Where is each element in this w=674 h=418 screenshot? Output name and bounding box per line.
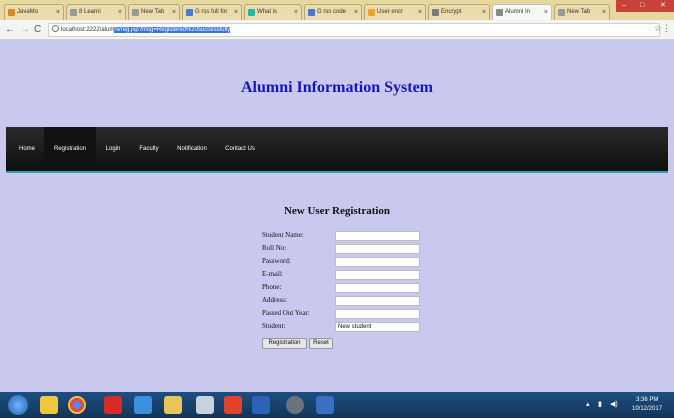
browser-tab[interactable]: JavaMo ×	[4, 4, 64, 20]
pdf-icon[interactable]	[104, 396, 122, 414]
registration-button[interactable]: Registration	[262, 338, 307, 349]
media-icon[interactable]	[316, 396, 334, 414]
password-label: Password:	[262, 257, 291, 265]
browser-tab[interactable]: New Tab ×	[128, 4, 180, 20]
student-type-input[interactable]: New student	[335, 322, 420, 332]
browser-menu-icon[interactable]: ⋮	[662, 23, 671, 34]
tab-favicon-icon	[368, 9, 375, 16]
student-name-label: Student Name:	[262, 231, 304, 239]
paint-icon[interactable]	[196, 396, 214, 414]
phone-input[interactable]	[335, 283, 420, 293]
explorer-icon[interactable]	[164, 396, 182, 414]
word-icon[interactable]	[252, 396, 270, 414]
roll-no-label: Roll No:	[262, 244, 287, 252]
browser-tab[interactable]: New Tab ×	[554, 4, 610, 20]
start-orb-icon[interactable]	[8, 395, 28, 415]
browser-tab[interactable]: What is ×	[244, 4, 302, 20]
network-icon[interactable]: ▮	[598, 400, 602, 408]
tab-favicon-icon	[496, 9, 503, 16]
info-icon[interactable]	[52, 25, 59, 32]
tab-favicon-icon	[132, 9, 139, 16]
passed-out-year-label: Passed Out Year:	[262, 309, 310, 317]
menu-notification[interactable]: Notification	[170, 127, 214, 171]
student-name-input[interactable]	[335, 231, 420, 241]
tray-arrow-icon[interactable]: ▴	[586, 400, 590, 408]
tab-close-icon[interactable]: ×	[172, 5, 176, 20]
browser-tab[interactable]: User encr ×	[364, 4, 426, 20]
tab-close-icon[interactable]: ×	[56, 5, 60, 20]
volume-icon[interactable]: ◀)	[610, 400, 618, 408]
tab-close-icon[interactable]: ×	[482, 5, 486, 20]
office-icon[interactable]	[224, 396, 242, 414]
window-controls: – □ ✕	[616, 0, 674, 12]
tab-favicon-icon	[248, 9, 255, 16]
menu-registration[interactable]: Registration	[44, 127, 96, 171]
address-bar[interactable]: localhost:2222/alumni/reg.jsp?msg=Regist…	[48, 23, 660, 37]
settings-icon[interactable]	[286, 396, 304, 414]
phone-label: Phone:	[262, 283, 282, 291]
browser-tab[interactable]: 8 Learni ×	[66, 4, 126, 20]
tab-close-icon[interactable]: ×	[418, 5, 422, 20]
address-input[interactable]	[335, 296, 420, 306]
browser-tab[interactable]: Encrypt ×	[428, 4, 490, 20]
main-menu: Home Registration Login Faculty Notifica…	[6, 127, 668, 173]
reload-icon[interactable]: C	[34, 23, 41, 37]
maximize-icon[interactable]: □	[640, 0, 644, 11]
browser-tab-active[interactable]: Alumni In ×	[492, 4, 552, 20]
minimize-icon[interactable]: –	[622, 0, 626, 11]
menu-contact-us[interactable]: Contact Us	[220, 127, 260, 171]
menu-home[interactable]: Home	[14, 127, 40, 171]
menu-login[interactable]: Login	[98, 127, 128, 171]
back-icon[interactable]: ←	[5, 23, 15, 37]
password-input[interactable]	[335, 257, 420, 267]
tab-close-icon[interactable]: ×	[234, 5, 238, 20]
student-label: Student:	[262, 322, 286, 330]
forward-icon[interactable]: →	[20, 23, 30, 37]
site-header: Alumni Information System	[6, 41, 668, 127]
tab-close-icon[interactable]: ×	[294, 5, 298, 20]
registration-form: New User Registration Student Name: Roll…	[6, 175, 668, 390]
clock-date[interactable]: 10/12/2017	[632, 406, 662, 412]
address-label: Address:	[262, 296, 287, 304]
menu-faculty[interactable]: Faculty	[133, 127, 165, 171]
reset-button[interactable]: Reset	[309, 338, 333, 349]
passed-out-year-input[interactable]	[335, 309, 420, 319]
tab-favicon-icon	[70, 9, 77, 16]
browser-toolbar: ← → C localhost:2222/alumni/reg.jsp?msg=…	[0, 20, 674, 40]
tab-favicon-icon	[432, 9, 439, 16]
browser-tab[interactable]: G rss full for ×	[182, 4, 242, 20]
tab-favicon-icon	[308, 9, 315, 16]
tab-favicon-icon	[558, 9, 565, 16]
browser-tab-strip: JavaMo × 8 Learni × New Tab × G rss full fo…	[0, 0, 674, 20]
tab-close-icon[interactable]: ×	[354, 5, 358, 20]
system-tray: ▴ ▮ ◀) 3:36 PM 10/12/2017	[584, 392, 674, 418]
tab-close-icon[interactable]: ×	[544, 5, 548, 20]
site-title: Alumni Information System	[240, 79, 433, 96]
form-title: New User Registration	[283, 205, 391, 217]
close-icon[interactable]: ✕	[660, 0, 666, 11]
folder-icon[interactable]	[40, 396, 58, 414]
tab-favicon-icon	[186, 9, 193, 16]
tab-close-icon[interactable]: ×	[602, 5, 606, 20]
roll-no-input[interactable]	[335, 244, 420, 254]
tab-close-icon[interactable]: ×	[118, 5, 122, 20]
tab-favicon-icon	[8, 9, 15, 16]
browser-tab[interactable]: G rss code ×	[304, 4, 362, 20]
email-label: E-mail:	[262, 270, 283, 278]
chrome-icon[interactable]	[68, 396, 86, 414]
email-input[interactable]	[335, 270, 420, 280]
bookmark-star-icon[interactable]: ☆	[654, 23, 662, 34]
clock-time[interactable]: 3:36 PM	[636, 397, 658, 403]
ie-icon[interactable]	[134, 396, 152, 414]
taskbar: ▴ ▮ ◀) 3:36 PM 10/12/2017	[0, 392, 674, 418]
